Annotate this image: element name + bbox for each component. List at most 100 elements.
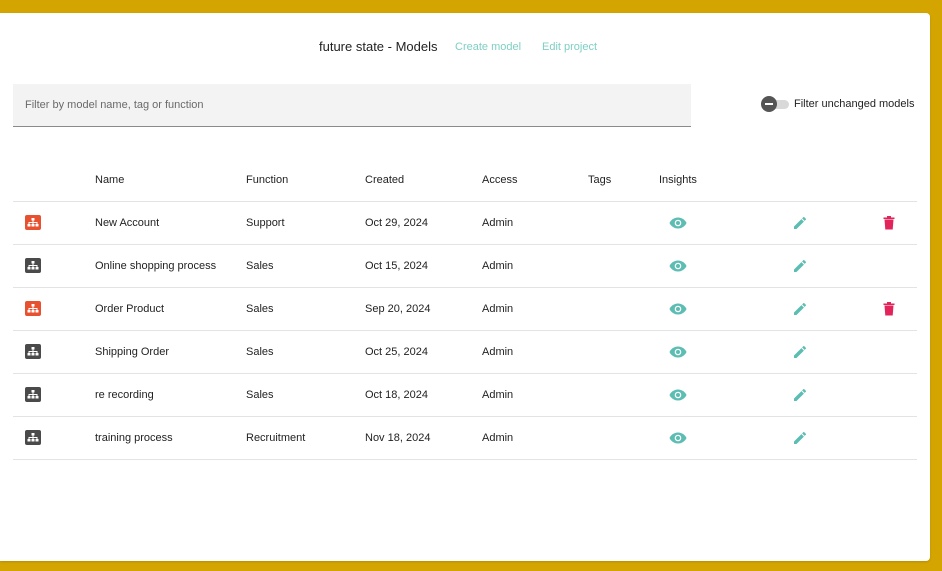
edit-cell [779, 373, 879, 417]
column-header-function[interactable]: Function [246, 158, 365, 202]
model-created: Oct 29, 2024 [365, 201, 482, 245]
model-name[interactable]: Online shopping process [95, 244, 246, 288]
pencil-icon[interactable] [792, 344, 808, 360]
model-function: Sales [246, 373, 365, 417]
insights-cell [659, 373, 779, 417]
model-icon-cell [13, 287, 95, 331]
org-chart-icon[interactable] [25, 343, 41, 359]
model-name[interactable]: training process [95, 416, 246, 460]
column-header-name[interactable]: Name [95, 158, 246, 202]
delete-cell [879, 330, 917, 374]
models-table: Name Function Created Access Tags Insigh… [13, 158, 917, 460]
model-access: Admin [482, 287, 588, 331]
org-chart-icon[interactable] [25, 257, 41, 273]
model-name[interactable]: re recording [95, 373, 246, 417]
edit-cell [779, 287, 879, 331]
column-header-delete [879, 158, 917, 202]
model-name[interactable]: Order Product [95, 287, 246, 331]
edit-cell [779, 244, 879, 288]
eye-icon[interactable] [669, 432, 687, 444]
column-header-access[interactable]: Access [482, 158, 588, 202]
edit-cell [779, 416, 879, 460]
pencil-icon[interactable] [792, 301, 808, 317]
model-function: Sales [246, 244, 365, 288]
filter-unchanged-toggle[interactable] [761, 96, 791, 112]
model-access: Admin [482, 330, 588, 374]
create-model-link[interactable]: Create model [455, 41, 521, 53]
eye-icon[interactable] [669, 260, 687, 272]
models-card: future state - Models Create model Edit … [0, 13, 930, 561]
table-row[interactable]: Order Product Sales Sep 20, 2024 Admin [13, 287, 917, 331]
model-icon-cell [13, 373, 95, 417]
model-created: Oct 25, 2024 [365, 330, 482, 374]
model-tags [588, 201, 659, 245]
model-tags [588, 373, 659, 417]
eye-icon[interactable] [669, 217, 687, 229]
model-tags [588, 330, 659, 374]
org-chart-icon[interactable] [25, 214, 41, 230]
model-function: Recruitment [246, 416, 365, 460]
model-tags [588, 416, 659, 460]
delete-cell [879, 244, 917, 288]
delete-cell [879, 201, 917, 245]
pencil-icon[interactable] [792, 215, 808, 231]
model-created: Nov 18, 2024 [365, 416, 482, 460]
edit-cell [779, 330, 879, 374]
table-row[interactable]: Online shopping process Sales Oct 15, 2024… [13, 244, 917, 288]
eye-icon[interactable] [669, 303, 687, 315]
model-icon-cell [13, 330, 95, 374]
org-chart-icon[interactable] [25, 386, 41, 402]
column-header-edit [779, 158, 879, 202]
delete-cell [879, 287, 917, 331]
edit-cell [779, 201, 879, 245]
model-access: Admin [482, 416, 588, 460]
model-name[interactable]: Shipping Order [95, 330, 246, 374]
model-tags [588, 244, 659, 288]
search-input[interactable] [13, 84, 691, 126]
model-name[interactable]: New Account [95, 201, 246, 245]
table-row[interactable]: New Account Support Oct 29, 2024 Admin [13, 201, 917, 245]
edit-project-link[interactable]: Edit project [542, 41, 597, 53]
delete-cell [879, 416, 917, 460]
insights-cell [659, 244, 779, 288]
minus-icon [761, 96, 777, 112]
model-access: Admin [482, 201, 588, 245]
table-row[interactable]: training process Recruitment Nov 18, 2024 A… [13, 416, 917, 460]
insights-cell [659, 330, 779, 374]
table-row[interactable]: Shipping Order Sales Oct 25, 2024 Admin [13, 330, 917, 374]
trash-icon[interactable] [882, 215, 896, 231]
table-body: New Account Support Oct 29, 2024 Admin Onlin… [13, 201, 917, 460]
model-tags [588, 287, 659, 331]
model-created: Oct 18, 2024 [365, 373, 482, 417]
insights-cell [659, 201, 779, 245]
page-title: future state - Models [319, 39, 438, 54]
column-header-icon [13, 158, 95, 202]
column-header-created[interactable]: Created [365, 158, 482, 202]
model-function: Sales [246, 287, 365, 331]
pencil-icon[interactable] [792, 387, 808, 403]
column-header-tags[interactable]: Tags [588, 158, 659, 202]
column-header-insights: Insights [659, 158, 779, 202]
search-field [13, 84, 691, 127]
trash-icon[interactable] [882, 301, 896, 317]
model-access: Admin [482, 373, 588, 417]
table-header-row: Name Function Created Access Tags Insigh… [13, 158, 917, 202]
delete-cell [879, 373, 917, 417]
pencil-icon[interactable] [792, 258, 808, 274]
filter-unchanged-toggle-wrap: Filter unchanged models [761, 96, 914, 112]
eye-icon[interactable] [669, 346, 687, 358]
pencil-icon[interactable] [792, 430, 808, 446]
model-icon-cell [13, 201, 95, 245]
insights-cell [659, 287, 779, 331]
model-icon-cell [13, 416, 95, 460]
model-access: Admin [482, 244, 588, 288]
table-row[interactable]: re recording Sales Oct 18, 2024 Admin [13, 373, 917, 417]
org-chart-icon[interactable] [25, 429, 41, 445]
eye-icon[interactable] [669, 389, 687, 401]
model-function: Support [246, 201, 365, 245]
page-header: future state - Models Create model Edit … [0, 40, 930, 60]
model-created: Oct 15, 2024 [365, 244, 482, 288]
model-icon-cell [13, 244, 95, 288]
filter-unchanged-label: Filter unchanged models [794, 98, 915, 110]
org-chart-icon[interactable] [25, 300, 41, 316]
